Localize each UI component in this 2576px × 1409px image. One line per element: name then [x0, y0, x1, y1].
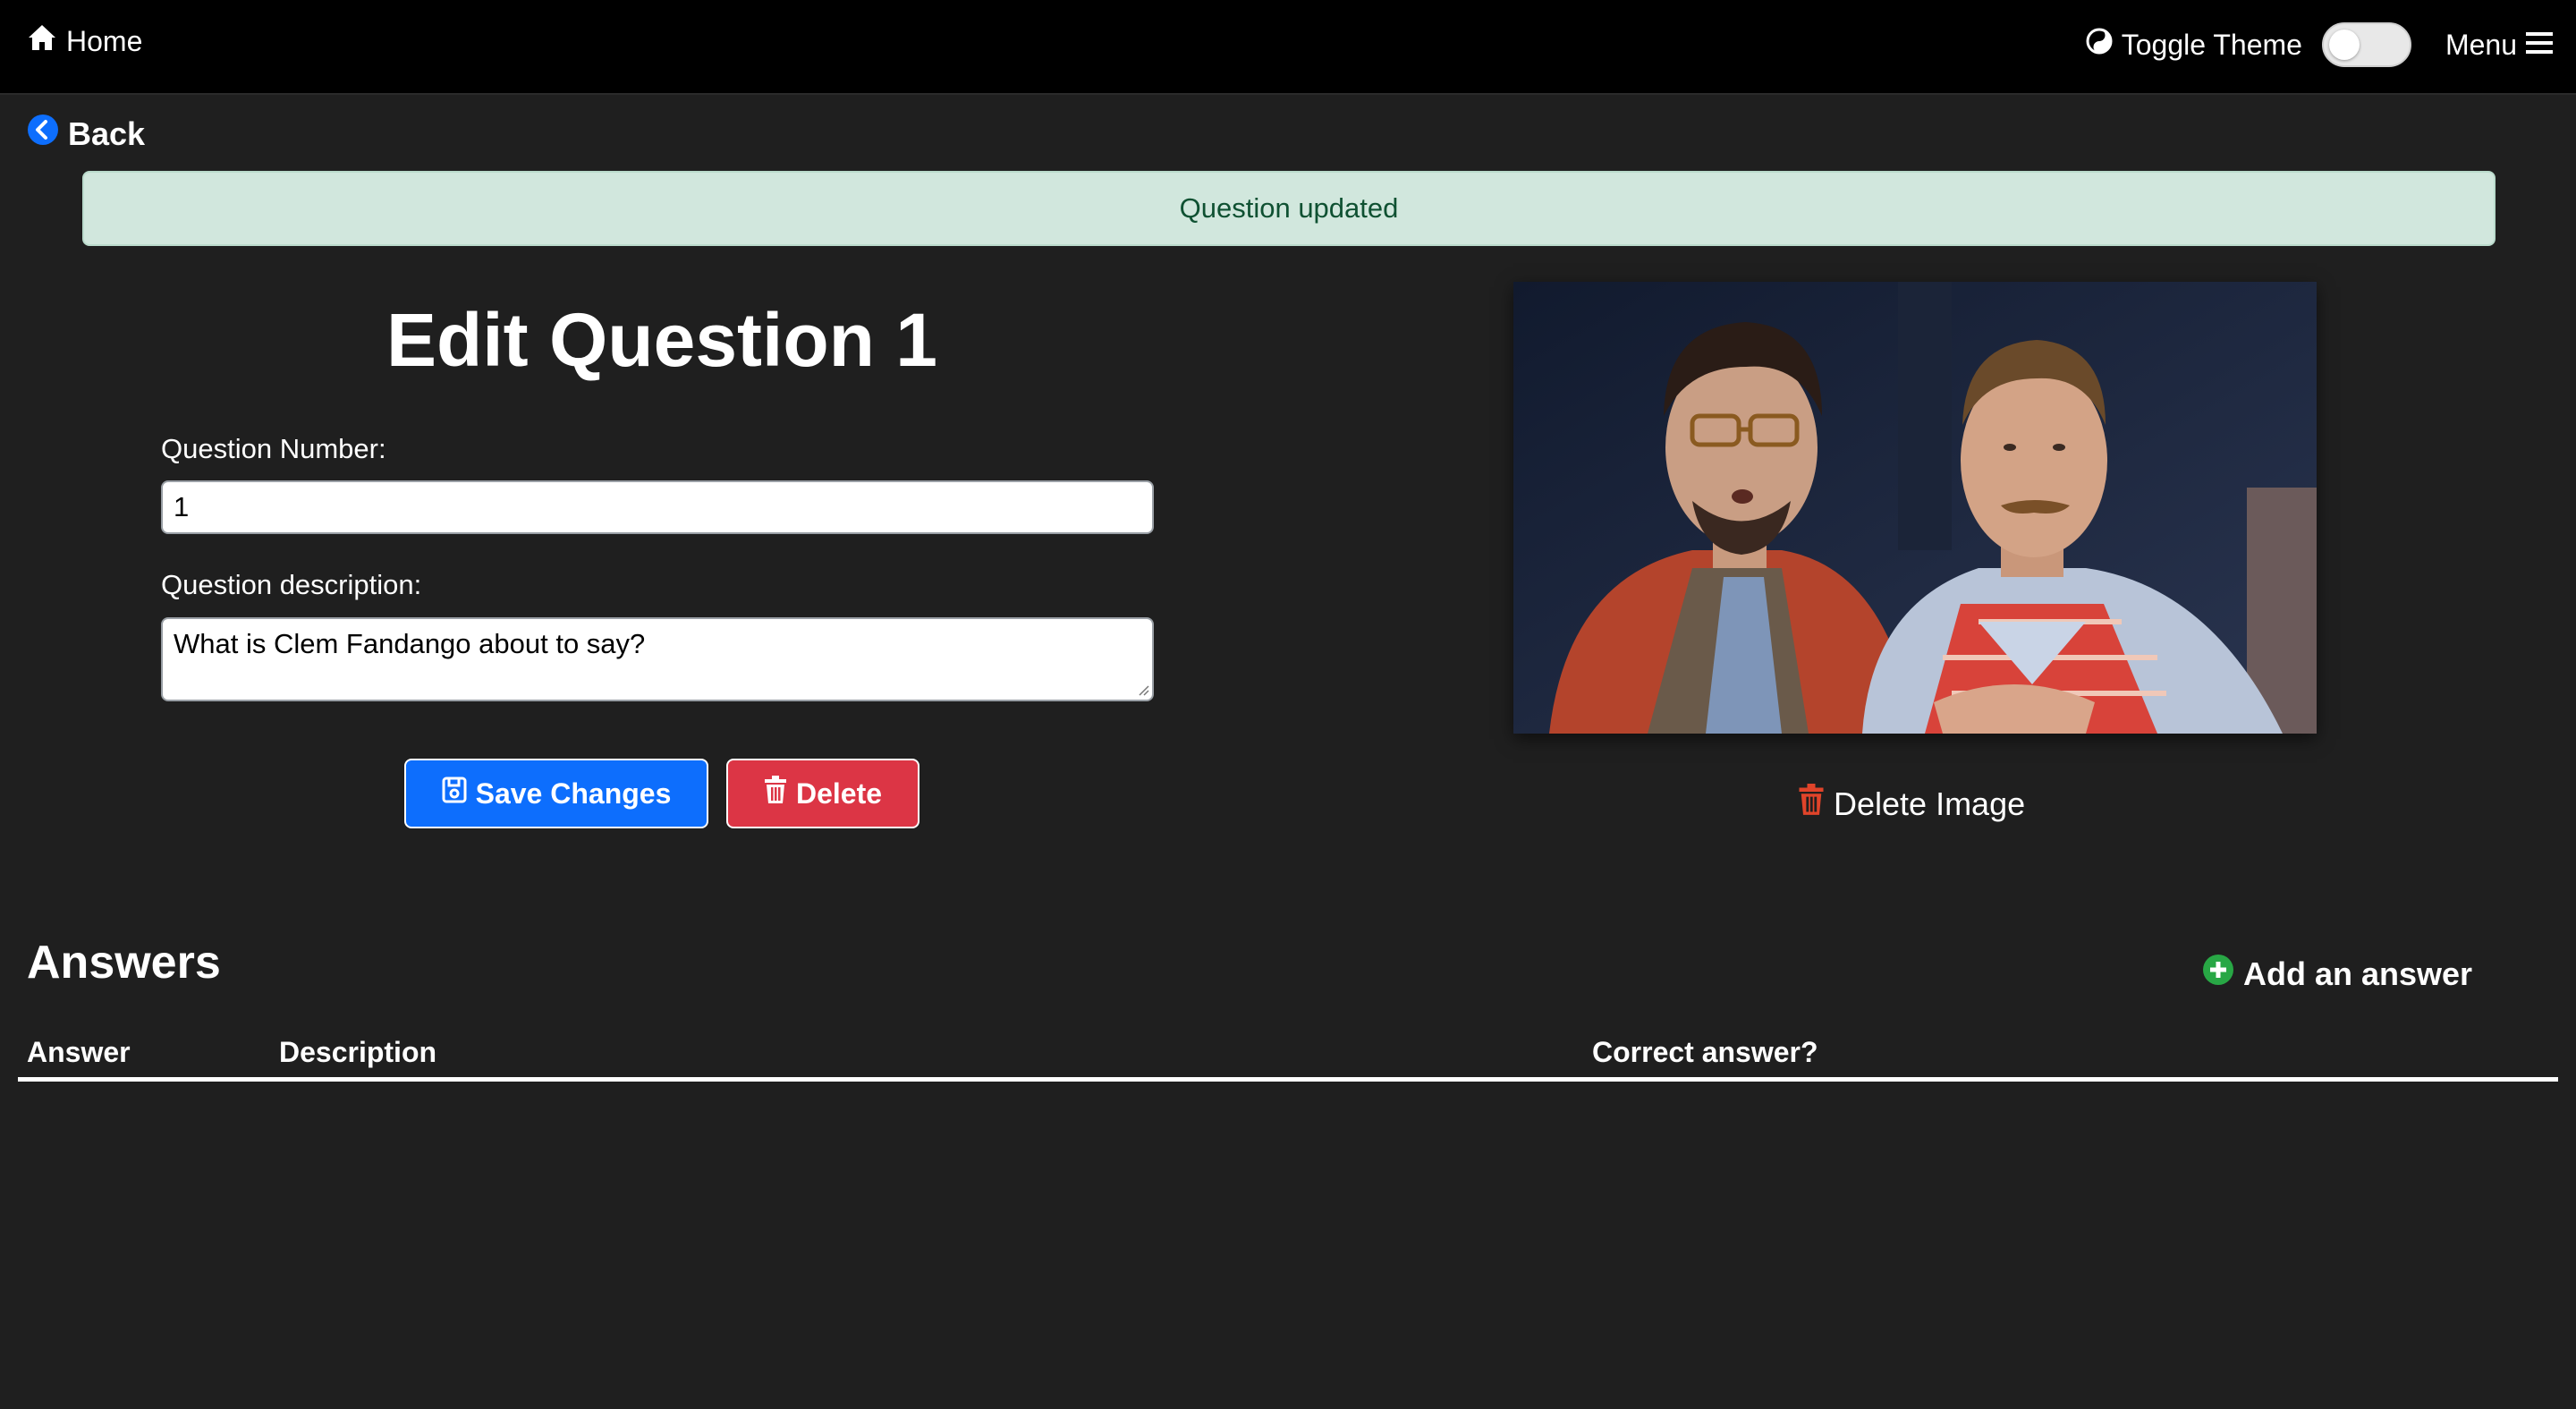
question-image [1513, 282, 2317, 734]
question-description-label: Question description: [161, 569, 422, 600]
add-answer-label: Add an answer [2243, 955, 2473, 992]
delete-question-button[interactable]: Delete [726, 759, 919, 828]
delete-image-button[interactable]: Delete Image [1798, 784, 2025, 824]
hamburger-icon [2526, 29, 2553, 62]
column-header-description: Description [279, 1036, 437, 1068]
home-icon [27, 23, 57, 59]
delete-image-label: Delete Image [1834, 785, 2026, 822]
top-navbar: Home Toggle Theme Menu [0, 0, 2576, 95]
home-label: Home [66, 24, 143, 57]
resize-grip-icon[interactable] [1137, 683, 1149, 696]
question-description-textarea[interactable]: What is Clem Fandango about to say? [161, 617, 1154, 701]
nav-right-group: Toggle Theme Menu [2086, 20, 2553, 70]
question-number-input[interactable] [161, 480, 1154, 534]
toggle-knob [2328, 30, 2360, 60]
theme-toggle-switch[interactable] [2321, 22, 2411, 67]
answers-heading: Answers [27, 937, 221, 989]
delete-label: Delete [795, 777, 883, 810]
page-title: Edit Question 1 [386, 298, 938, 382]
trash-icon [764, 776, 787, 811]
theme-icon [2086, 28, 2113, 62]
menu-button[interactable]: Menu [2445, 29, 2553, 62]
table-header-divider [18, 1077, 2558, 1082]
back-link[interactable]: Back [27, 114, 145, 154]
column-header-correct: Correct answer? [1592, 1036, 1818, 1068]
trash-icon [1798, 784, 1825, 824]
floppy-disk-icon [442, 777, 467, 811]
add-answer-button[interactable]: Add an answer [2202, 954, 2472, 994]
back-label: Back [68, 115, 146, 152]
menu-label: Menu [2445, 28, 2517, 61]
plus-circle-icon [2202, 954, 2234, 994]
question-number-label: Question Number: [161, 433, 386, 464]
success-alert: Question updated [82, 171, 2496, 246]
back-icon [27, 114, 59, 154]
save-changes-label: Save Changes [475, 777, 672, 810]
column-header-answer: Answer [27, 1036, 131, 1068]
save-changes-button[interactable]: Save Changes [404, 759, 708, 828]
alert-message: Question updated [1179, 192, 1399, 224]
toggle-theme-text: Toggle Theme [2121, 28, 2302, 61]
toggle-theme-label: Toggle Theme [2086, 28, 2302, 62]
home-link[interactable]: Home [27, 23, 142, 59]
